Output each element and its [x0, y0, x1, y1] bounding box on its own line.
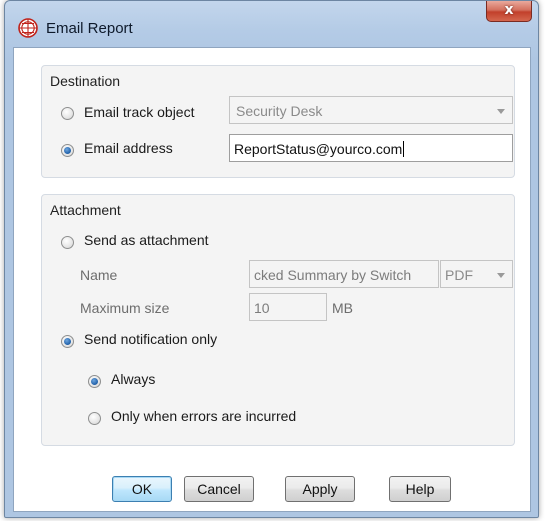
window-title: Email Report — [46, 20, 133, 37]
dialog-content: Destination Email track object Security … — [13, 47, 531, 512]
title-bar[interactable]: Email Report x — [5, 1, 538, 47]
email-address-value-wrap: ReportStatus@yourco.com — [234, 141, 405, 157]
only-when-errors-label[interactable]: Only when errors are incurred — [111, 408, 296, 424]
chevron-down-icon — [497, 273, 505, 278]
email-address-field[interactable]: ReportStatus@yourco.com — [229, 134, 513, 162]
attachment-format-combo: PDF — [440, 260, 513, 288]
track-object-combo-value: Security Desk — [236, 103, 323, 119]
maximum-size-unit: MB — [332, 300, 353, 316]
email-address-label[interactable]: Email address — [84, 140, 173, 156]
apply-button[interactable]: Apply — [285, 476, 355, 502]
email-track-object-radio[interactable] — [61, 107, 74, 120]
send-notification-only-radio[interactable] — [61, 335, 74, 348]
email-address-value: ReportStatus@yourco.com — [234, 141, 403, 157]
attachment-name-value: cked Summary by Switch — [254, 267, 412, 283]
destination-group: Destination Email track object Security … — [41, 65, 515, 178]
attachment-name-field: cked Summary by Switch — [249, 260, 439, 288]
email-address-radio[interactable] — [61, 144, 74, 157]
maximum-size-label: Maximum size — [80, 300, 170, 316]
help-button[interactable]: Help — [389, 476, 451, 502]
maximum-size-value: 10 — [254, 300, 270, 316]
close-button[interactable]: x — [486, 1, 532, 22]
email-track-object-label[interactable]: Email track object — [84, 104, 194, 120]
chevron-down-icon — [497, 109, 505, 114]
globe-grid-icon — [18, 18, 38, 38]
attachment-group: Attachment Send as attachment Name cked … — [41, 194, 515, 446]
maximum-size-field: 10 — [249, 293, 327, 321]
send-notification-only-label[interactable]: Send notification only — [84, 331, 217, 347]
name-label: Name — [80, 267, 118, 283]
ok-button[interactable]: OK — [112, 476, 172, 502]
email-report-dialog: Email Report x Destination Email track o… — [4, 0, 539, 518]
only-when-errors-radio[interactable] — [88, 412, 101, 425]
attachment-format-value: PDF — [445, 267, 473, 283]
attachment-group-label: Attachment — [50, 202, 121, 218]
send-as-attachment-label[interactable]: Send as attachment — [84, 232, 209, 248]
always-label[interactable]: Always — [111, 371, 155, 387]
track-object-combo: Security Desk — [229, 96, 513, 124]
text-caret — [403, 141, 405, 157]
send-as-attachment-radio[interactable] — [61, 236, 74, 249]
always-radio[interactable] — [88, 375, 101, 388]
cancel-button[interactable]: Cancel — [184, 476, 254, 502]
destination-group-label: Destination — [50, 73, 121, 89]
